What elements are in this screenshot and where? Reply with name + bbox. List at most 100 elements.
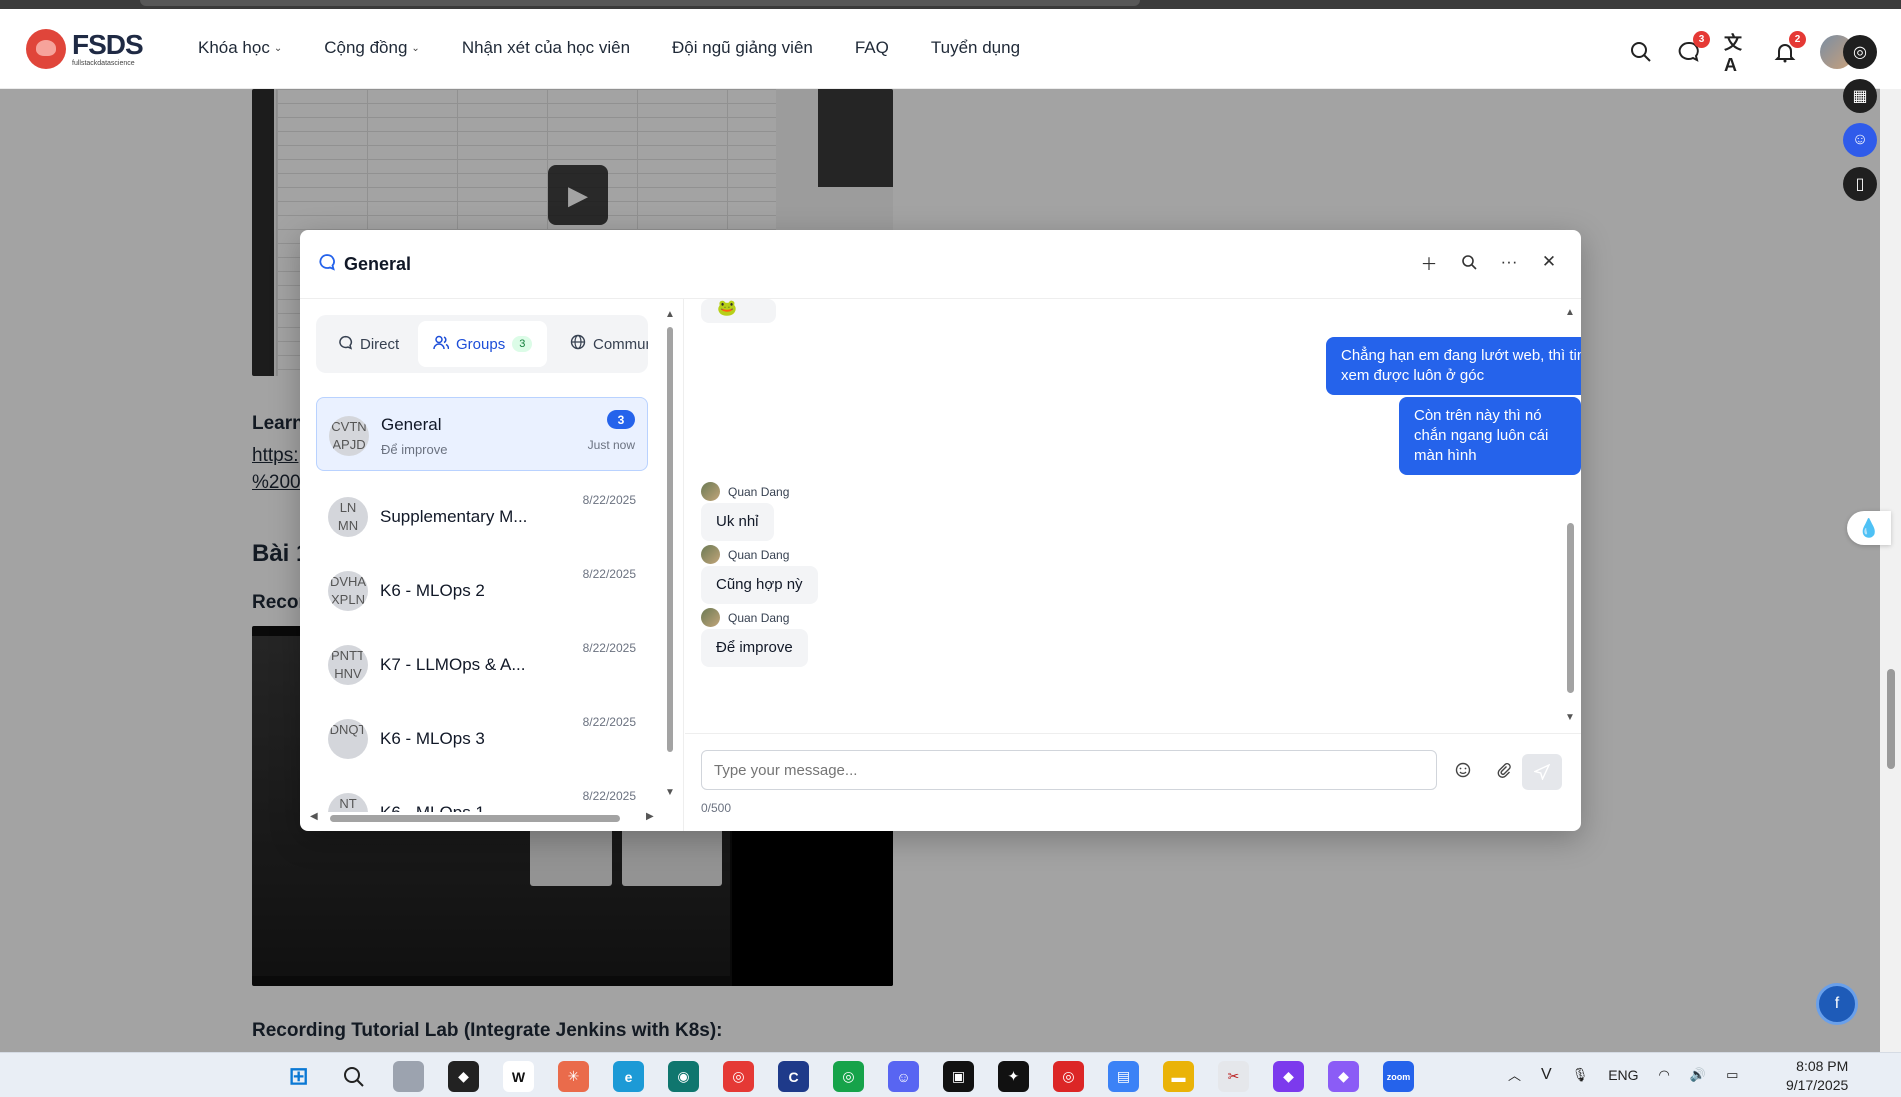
microphone-icon[interactable]: 🎙 <box>1572 1067 1589 1083</box>
speaker-icon[interactable]: 🔊 <box>1690 1067 1706 1083</box>
more-icon[interactable]: ··· <box>1500 252 1518 272</box>
conversation-scrollbar[interactable]: ▲ ▼ <box>664 309 676 809</box>
sticker-message: 🐸 <box>701 299 776 323</box>
windows-taskbar: ⊞ ◆ W ✳ e ◉ ◎ C ◎ ☺ ▣ ✦ ◎ ▤ ▬ ✂ ◆ ◆ zoom… <box>0 1052 1901 1097</box>
incoming-message: Uk nhỉ <box>701 503 774 541</box>
notepad-icon[interactable]: ▤ <box>1108 1061 1139 1092</box>
scroll-down-icon[interactable]: ▼ <box>1563 712 1577 723</box>
frog-sticker-icon: 🐸 <box>717 300 737 317</box>
send-button[interactable] <box>1522 754 1562 790</box>
menu-item-reviews[interactable]: Nhận xét của học viên <box>462 38 630 58</box>
conversation-item[interactable]: PNTT HNV K7 - LLMOps & A... 8/22/2025 <box>316 627 648 701</box>
menu-label: Cộng đồng <box>324 38 408 57</box>
menu-item-community[interactable]: Cộng đồng ⌄ <box>324 38 420 58</box>
obsidian-icon[interactable]: ◆ <box>1273 1061 1304 1092</box>
message-scrollbar[interactable]: ▲ ▼ <box>1563 307 1577 727</box>
discord-icon[interactable]: ☺ <box>888 1061 919 1092</box>
menu-label: Khóa học <box>198 38 270 57</box>
bot-icon[interactable]: ☺ <box>1843 123 1877 157</box>
sender-name: Quan Dang <box>728 547 790 562</box>
app-globe-icon[interactable]: ◉ <box>668 1061 699 1092</box>
windows-start-icon[interactable]: ⊞ <box>283 1061 314 1092</box>
hscroll-thumb[interactable] <box>330 815 620 822</box>
menu-item-instructors[interactable]: Đội ngũ giảng viên <box>672 38 813 58</box>
tab-community[interactable]: Communi <box>570 321 648 367</box>
folder-icon[interactable]: ▬ <box>1163 1061 1194 1092</box>
close-icon[interactable]: ✕ <box>1540 252 1558 272</box>
chrome-icon[interactable]: ◎ <box>723 1061 754 1092</box>
page-scroll-thumb[interactable] <box>1887 669 1895 769</box>
zoom-icon[interactable]: zoom <box>1383 1061 1414 1092</box>
wifi-icon[interactable]: ◠ <box>1659 1067 1670 1083</box>
scroll-thumb[interactable] <box>667 327 673 752</box>
menu-label: FAQ <box>854 38 889 57</box>
droplet-icon[interactable]: 💧 <box>1847 511 1891 545</box>
emoji-icon[interactable] <box>1453 760 1473 780</box>
apps-icon[interactable]: ▦ <box>1843 79 1877 113</box>
chat-header-actions: ＋ ··· ✕ <box>1420 252 1558 274</box>
bell-icon[interactable]: 2 <box>1772 31 1806 65</box>
chat-title-text: General <box>344 254 412 274</box>
conversation-date: 8/22/2025 <box>582 715 636 729</box>
menu-item-courses[interactable]: Khóa học ⌄ <box>198 38 282 58</box>
scroll-right-icon[interactable]: ▶ <box>646 811 654 822</box>
app-c-icon[interactable]: C <box>778 1061 809 1092</box>
system-clock[interactable]: 8:08 PM 9/17/2025 <box>1786 1057 1848 1095</box>
users-icon <box>433 335 450 354</box>
conversation-item[interactable]: DVHA XPLN K6 - MLOps 2 8/22/2025 <box>316 553 648 627</box>
conversation-hscrollbar[interactable]: ◀ ▶ <box>308 811 658 825</box>
search-icon[interactable] <box>1628 39 1654 65</box>
tab-groups[interactable]: Groups 3 <box>418 321 548 367</box>
conversation-item[interactable]: NT K6 - MLOps 1 8/22/2025 <box>316 775 648 812</box>
paperclip-icon[interactable] <box>1494 760 1514 780</box>
app-cube-icon[interactable]: ◆ <box>448 1061 479 1092</box>
conversation-item[interactable]: CVTN APJD General Để improve 3 Just now <box>316 397 648 471</box>
message-composer: 0/500 <box>685 733 1581 831</box>
book-icon[interactable]: ▯ <box>1843 167 1877 201</box>
battery-icon[interactable]: ▭ <box>1726 1067 1738 1083</box>
language-indicator[interactable]: ENG <box>1608 1067 1638 1083</box>
app-sparkle-icon[interactable]: ✦ <box>998 1061 1029 1092</box>
group-avatar: NT <box>328 793 368 812</box>
page-scrollbar[interactable] <box>1880 89 1901 1052</box>
chrome-alt-icon[interactable]: ◎ <box>1053 1061 1084 1092</box>
menu-item-faq[interactable]: FAQ <box>855 38 889 58</box>
messages-icon[interactable]: 3 <box>1676 31 1710 65</box>
edge-icon[interactable]: e <box>613 1061 644 1092</box>
scroll-up-icon[interactable]: ▲ <box>664 309 676 320</box>
chat-header: General ＋ ··· ✕ <box>300 230 1581 299</box>
conversation-item[interactable]: LN MN Supplementary M... 8/22/2025 <box>316 479 648 553</box>
claude-icon[interactable]: ✳ <box>558 1061 589 1092</box>
site-logo[interactable]: FSDS fullstackdatascience <box>26 29 144 69</box>
scroll-down-icon[interactable]: ▼ <box>664 787 676 798</box>
notion-icon[interactable]: W <box>503 1061 534 1092</box>
sender-avatar <box>701 482 720 501</box>
menu-item-careers[interactable]: Tuyển dụng <box>931 38 1020 58</box>
chrome-profile-icon[interactable]: ◎ <box>833 1061 864 1092</box>
send-icon <box>1534 764 1550 780</box>
facebook-icon[interactable]: f <box>1816 983 1858 1025</box>
podcast-icon[interactable]: ◎ <box>1843 35 1877 69</box>
conversation-name: Supplementary M... <box>380 507 528 526</box>
conversation-date: 8/22/2025 <box>582 567 636 581</box>
scroll-thumb[interactable] <box>1567 523 1574 693</box>
message-input[interactable] <box>701 750 1437 790</box>
messages-badge: 3 <box>1693 31 1710 48</box>
chevron-up-icon[interactable]: ︿ <box>1508 1065 1521 1084</box>
tab-direct[interactable]: Direct <box>338 321 399 367</box>
search-icon[interactable] <box>338 1061 369 1092</box>
snipping-tool-icon[interactable]: ✂ <box>1218 1061 1249 1092</box>
task-view-icon[interactable] <box>393 1061 424 1092</box>
app-terminal-icon[interactable]: ▣ <box>943 1061 974 1092</box>
plus-icon[interactable]: ＋ <box>1420 252 1438 274</box>
translate-icon[interactable]: 文A <box>1724 33 1750 75</box>
conversation-item[interactable]: DNQT K6 - MLOps 3 8/22/2025 <box>316 701 648 775</box>
group-avatar: CVTN APJD <box>329 416 369 456</box>
scroll-up-icon[interactable]: ▲ <box>1563 307 1577 318</box>
obsidian-alt-icon[interactable]: ◆ <box>1328 1061 1359 1092</box>
scroll-left-icon[interactable]: ◀ <box>310 811 318 822</box>
chevron-down-icon: ⌄ <box>411 42 420 54</box>
browser-tab[interactable] <box>140 0 1140 6</box>
search-icon[interactable] <box>1460 252 1478 272</box>
vscode-tray-icon[interactable]: V <box>1541 1066 1552 1084</box>
